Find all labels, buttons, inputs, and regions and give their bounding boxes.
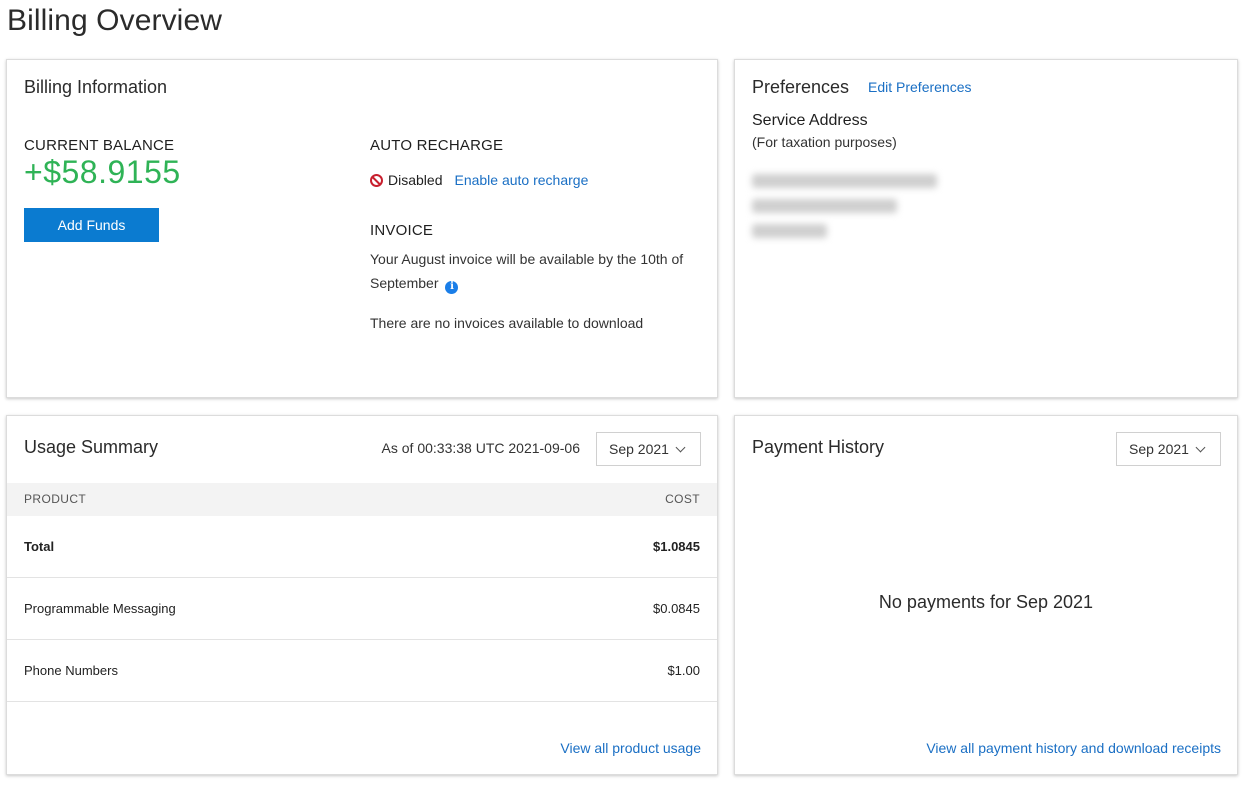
usage-summary-card: Usage Summary As of 00:33:38 UTC 2021-09… [6, 415, 718, 775]
auto-recharge-label: AUTO RECHARGE [370, 137, 504, 154]
payment-period-select[interactable]: Sep 2021 [1116, 432, 1221, 466]
invoice-line-2: September [370, 275, 439, 291]
current-balance-value: +$58.9155 [24, 154, 181, 190]
payment-history-title: Payment History [752, 437, 885, 457]
invoice-line-2-wrap: September i [370, 271, 683, 295]
table-row: Total $1.0845 [7, 516, 717, 578]
disabled-icon [370, 173, 383, 187]
product-column-header: PRODUCT [24, 492, 87, 506]
view-all-product-usage-link[interactable]: View all product usage [560, 740, 701, 756]
cost-column-header: COST [665, 492, 700, 506]
invoice-label: INVOICE [370, 222, 434, 239]
invoice-availability-text: Your August invoice will be available by… [370, 247, 683, 295]
info-icon[interactable]: i [445, 280, 459, 294]
usage-summary-title: Usage Summary [24, 437, 159, 457]
page-title: Billing Overview [7, 4, 222, 37]
payment-period-value: Sep 2021 [1129, 441, 1189, 457]
invoice-line-1: Your August invoice will be available by… [370, 251, 684, 267]
product-name: Phone Numbers [24, 663, 118, 678]
chevron-down-icon [675, 442, 686, 452]
redacted-address [752, 168, 937, 238]
service-address-subtitle: (For taxation purposes) [752, 134, 897, 150]
product-name: Programmable Messaging [24, 601, 176, 616]
table-row: Programmable Messaging $0.0845 [7, 578, 717, 640]
auto-recharge-status-text: Disabled [388, 172, 443, 188]
no-invoices-text: There are no invoices available to downl… [370, 315, 644, 331]
edit-preferences-link[interactable]: Edit Preferences [868, 79, 972, 95]
preferences-title: Preferences [752, 77, 850, 97]
billing-information-title: Billing Information [24, 77, 168, 97]
product-cost: $1.0845 [653, 539, 700, 554]
product-name: Total [24, 539, 55, 554]
no-payments-message: No payments for Sep 2021 [878, 592, 1094, 612]
usage-period-select[interactable]: Sep 2021 [596, 432, 701, 466]
billing-information-card: Billing Information CURRENT BALANCE +$58… [6, 59, 718, 398]
view-all-payment-history-link[interactable]: View all payment history and download re… [926, 740, 1221, 756]
usage-table-header: PRODUCT COST [7, 483, 717, 516]
enable-auto-recharge-link[interactable]: Enable auto recharge [454, 172, 588, 188]
chevron-down-icon [1195, 442, 1206, 452]
product-cost: $0.0845 [653, 601, 700, 616]
service-address-label: Service Address [752, 112, 868, 129]
add-funds-button[interactable]: Add Funds [24, 208, 159, 242]
current-balance-label: CURRENT BALANCE [24, 137, 175, 154]
table-row: Phone Numbers $1.00 [7, 640, 717, 702]
auto-recharge-status: Disabled Enable auto recharge [370, 172, 588, 188]
payment-history-card: Payment History Sep 2021 No payments for… [734, 415, 1238, 775]
product-cost: $1.00 [667, 663, 700, 678]
usage-period-value: Sep 2021 [609, 441, 669, 457]
preferences-card: Preferences Edit Preferences Service Add… [734, 59, 1238, 398]
usage-as-of-timestamp: As of 00:33:38 UTC 2021-09-06 [381, 440, 580, 456]
